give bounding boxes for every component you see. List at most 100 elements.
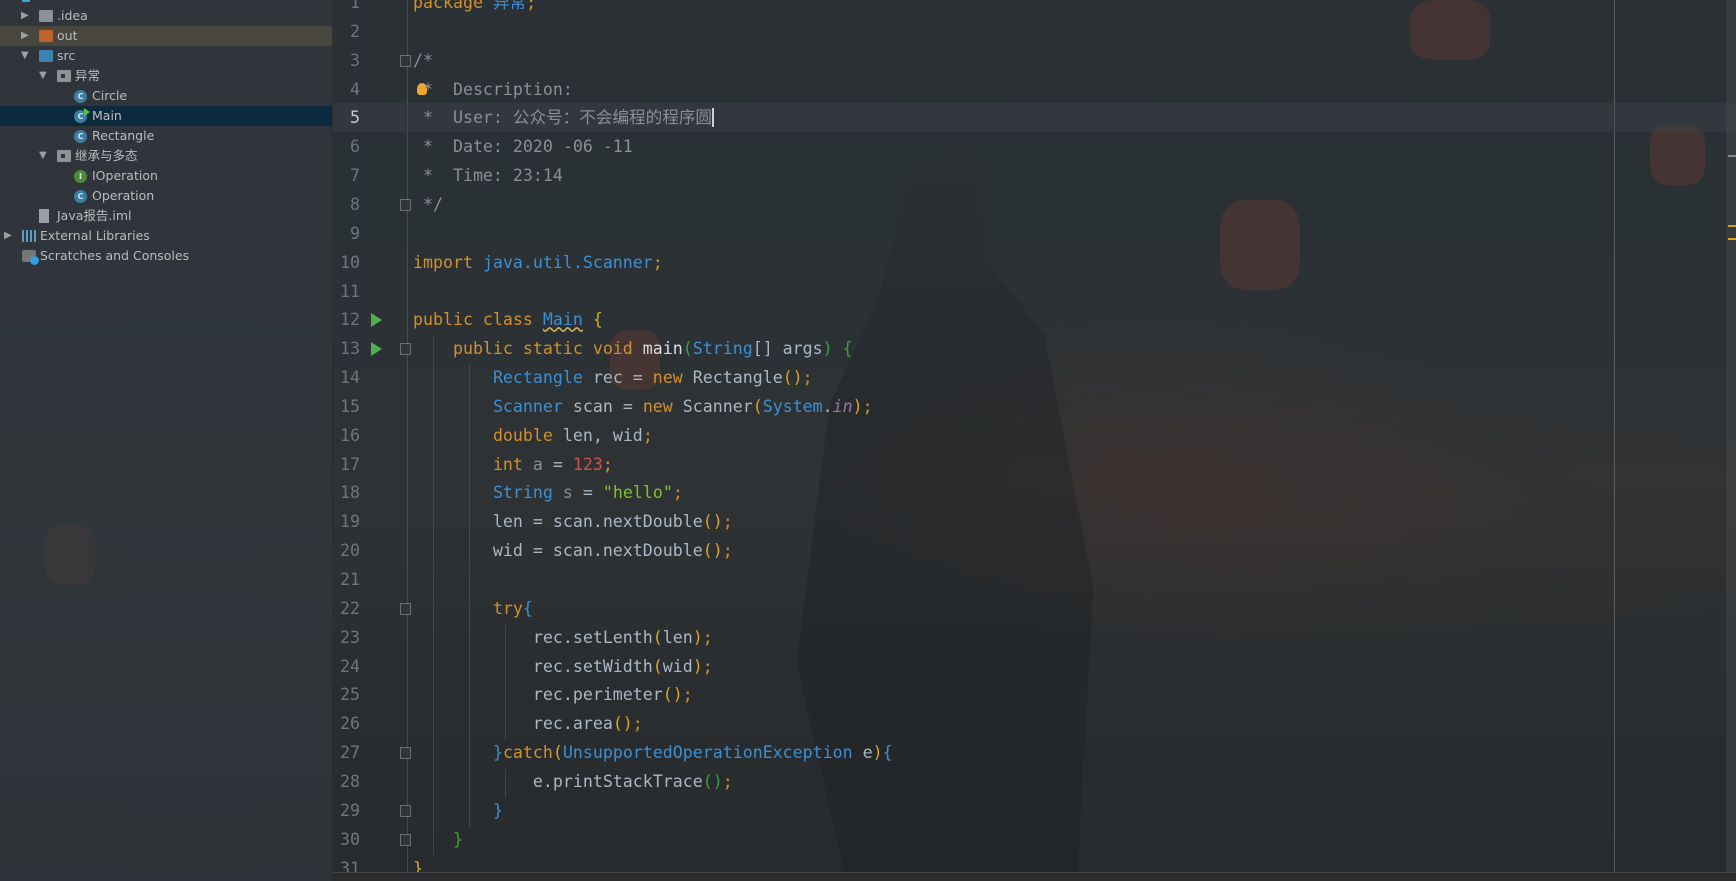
tree-item-label: src — [57, 48, 76, 63]
code-token: */ — [413, 194, 443, 214]
tree-item-circle[interactable]: C Circle — [0, 86, 332, 106]
code-line[interactable]: 12 public class Main { — [333, 305, 1736, 334]
tree-item-scratches-and-consoles[interactable]: Scratches and Consoles — [0, 246, 332, 266]
fold-marker-icon[interactable] — [400, 198, 411, 211]
tree-item-java-iml[interactable]: Java报告.iml — [0, 206, 332, 226]
code-token: () — [782, 368, 803, 388]
code-line[interactable]: 23 rec.setLenth(len); — [333, 623, 1736, 652]
code-line[interactable]: 8 */ — [333, 190, 1736, 219]
tree-item-label: 异常 — [75, 68, 101, 83]
code-line[interactable]: 4 * Description: — [333, 75, 1736, 104]
code-line[interactable]: 22 try{ — [333, 594, 1736, 623]
code-token: () — [702, 541, 723, 561]
code-line[interactable]: 9 — [333, 219, 1736, 248]
folder-icon — [39, 50, 53, 62]
code-line[interactable]: 11 — [333, 277, 1736, 306]
tree-item-operation[interactable]: C Operation — [0, 186, 332, 206]
code-line[interactable]: 14 Rectangle rec = new Rectangle(); — [333, 363, 1736, 392]
code-text: Rectangle rec = new Rectangle(); — [413, 363, 813, 392]
tree-item-idea[interactable]: ▶ .idea — [0, 6, 332, 26]
fold-marker-icon[interactable] — [400, 833, 411, 846]
package-icon — [57, 150, 71, 162]
code-token: Main — [542, 310, 583, 330]
code-token: } — [452, 829, 463, 849]
line-number: 7 — [350, 166, 360, 186]
line-number: 30 — [340, 829, 360, 849]
code-editor[interactable]: 1 package 异常; 2 3/* 4 * Description: 5 * User… — [333, 0, 1736, 881]
code-token: ) — [822, 339, 833, 359]
code-line[interactable]: 7 * Time: 23:14 — [333, 161, 1736, 190]
tree-item-rectangle[interactable]: C Rectangle — [0, 126, 332, 146]
fold-marker-icon[interactable] — [400, 343, 411, 356]
code-token: ; — [602, 454, 613, 474]
editor-scrollbar[interactable] — [1726, 0, 1736, 872]
code-line[interactable]: 24 rec.setWidth(wid); — [333, 652, 1736, 681]
tree-item-label: Java报告.iml — [57, 208, 132, 223]
code-token: () — [612, 714, 633, 734]
code-line[interactable]: 27 }catch(UnsupportedOperationException … — [333, 738, 1736, 767]
code-line[interactable]: 21 — [333, 565, 1736, 594]
tree-item-out[interactable]: ▶ out — [0, 26, 332, 46]
indent-guide — [433, 336, 434, 856]
code-line[interactable]: 30 } — [333, 825, 1736, 854]
code-token: ( — [652, 627, 663, 647]
expand-arrow-icon[interactable]: ▼ — [39, 146, 47, 166]
code-token: new — [652, 368, 693, 388]
tree-item-src[interactable]: ▼ src — [0, 46, 332, 66]
code-line[interactable]: 2 — [333, 17, 1736, 46]
code-line[interactable]: 16 double len, wid; — [333, 421, 1736, 450]
fold-marker-icon[interactable] — [400, 54, 411, 67]
code-token: ) — [852, 396, 863, 416]
fold-marker-icon[interactable] — [400, 747, 411, 760]
code-line[interactable]: 6 * Date: 2020 -06 -11 — [333, 132, 1736, 161]
code-line[interactable]: 19 len = scan.nextDouble(); — [333, 507, 1736, 536]
tree-item-ioperation[interactable]: I IOperation — [0, 166, 332, 186]
code-line[interactable]: 25 rec.perimeter(); — [333, 680, 1736, 709]
tree-item-main[interactable]: C Main — [0, 106, 332, 126]
code-line[interactable]: 3 /* — [333, 46, 1736, 75]
code-line[interactable]: 29 } — [333, 796, 1736, 825]
code-token: int — [492, 454, 533, 474]
run-gutter-icon[interactable] — [371, 313, 382, 328]
code-line[interactable]: 5 * User: 公众号：不会编程的程序圆 — [333, 103, 1736, 133]
code-line[interactable]: 15 Scanner scan = new Scanner(System.in)… — [333, 392, 1736, 421]
library-icon — [22, 230, 36, 242]
code-token: { — [592, 310, 603, 330]
code-line[interactable]: 26 rec.area(); — [333, 709, 1736, 738]
folder-icon — [39, 10, 53, 22]
code-token: wid — [662, 656, 693, 676]
tree-item-[interactable]: ▼ 异常 — [0, 66, 332, 86]
code-token: wid = scan.nextDouble — [413, 541, 703, 561]
code-token: 123 — [572, 454, 603, 474]
code-text: rec.area(); — [413, 709, 643, 738]
run-gutter-icon[interactable] — [371, 342, 382, 357]
code-token: ) — [692, 627, 703, 647]
tree-item-external-libraries[interactable]: ▶ External Libraries — [0, 226, 332, 246]
class-icon: C — [74, 89, 87, 103]
tree-item-[interactable]: ▼ 继承与多态 — [0, 146, 332, 166]
code-token: ; — [702, 627, 713, 647]
code-line[interactable]: 17 int a = 123; — [333, 450, 1736, 479]
code-token: public static void — [413, 339, 643, 359]
collapse-arrow-icon[interactable]: ▶ — [21, 6, 29, 26]
fold-marker-icon[interactable] — [400, 602, 411, 615]
code-line[interactable]: 10 import java.util.Scanner; — [333, 248, 1736, 277]
warning-marker[interactable] — [1728, 238, 1736, 240]
collapse-arrow-icon[interactable]: ▶ — [4, 226, 12, 246]
code-line[interactable]: 18 String s = "hello"; — [333, 478, 1736, 507]
expand-arrow-icon[interactable]: ▼ — [39, 66, 47, 86]
warning-marker[interactable] — [1728, 225, 1736, 227]
expand-arrow-icon[interactable]: ▼ — [21, 46, 29, 66]
collapse-arrow-icon[interactable]: ▶ — [21, 26, 29, 46]
code-line[interactable]: 20 wid = scan.nextDouble(); — [333, 536, 1736, 565]
code-token: in — [832, 396, 853, 416]
code-line[interactable]: 1 package 异常; — [333, 0, 1736, 17]
horizontal-scrollbar[interactable] — [333, 872, 1736, 881]
fold-marker-icon[interactable] — [400, 804, 411, 817]
code-line[interactable]: 13 public static void main(String[] args… — [333, 334, 1736, 363]
scroll-marker[interactable] — [1728, 155, 1736, 157]
code-line[interactable]: 28 e.printStackTrace(); — [333, 767, 1736, 796]
